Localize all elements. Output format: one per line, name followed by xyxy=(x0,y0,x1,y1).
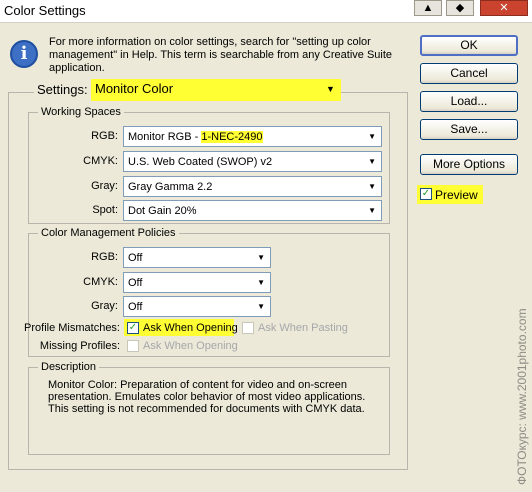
description-text: Monitor Color: Preparation of content fo… xyxy=(48,379,366,415)
title-bar: Color Settings ▲ ◆ ✕ xyxy=(0,0,532,23)
ws-gray-select[interactable]: Gray Gamma 2.2 ▼ xyxy=(123,176,382,197)
preview-label: Preview xyxy=(435,188,478,202)
info-text: For more information on color settings, … xyxy=(49,36,393,74)
settings-label: Settings: xyxy=(34,82,91,97)
chevron-down-icon: ▼ xyxy=(368,206,376,215)
policy-rgb-value: Off xyxy=(128,252,143,264)
missing-ask-opening-checkbox[interactable] xyxy=(127,340,139,352)
ok-button[interactable]: OK xyxy=(420,35,518,56)
policy-gray-label: Gray: xyxy=(91,300,118,312)
ws-rgb-select[interactable]: Monitor RGB - 1-NEC-2490 ▼ xyxy=(123,126,382,147)
mismatch-ask-opening-checkbox[interactable]: ✓ xyxy=(127,322,139,334)
ws-spot-label: Spot: xyxy=(92,204,118,216)
policy-cmyk-value: Off xyxy=(128,277,143,289)
missing-profiles-label: Missing Profiles: xyxy=(39,340,120,352)
policy-cmyk-label: CMYK: xyxy=(83,276,118,288)
working-spaces-title: Working Spaces xyxy=(38,106,124,118)
policy-gray-value: Off xyxy=(128,301,143,313)
mismatch-ask-opening-label: Ask When Opening xyxy=(143,322,238,334)
policy-cmyk-select[interactable]: Off ▼ xyxy=(123,272,271,293)
description-title: Description xyxy=(38,361,100,373)
settings-select[interactable]: Monitor Color xyxy=(91,79,341,101)
up-arrow-icon[interactable]: ▲ xyxy=(414,0,442,16)
ws-rgb-value-highlight: 1-NEC-2490 xyxy=(201,131,263,143)
ws-spot-value: Dot Gain 20% xyxy=(128,205,197,217)
ws-rgb-label: RGB: xyxy=(91,130,118,142)
pin-icon[interactable]: ◆ xyxy=(446,0,474,16)
window-title: Color Settings xyxy=(4,3,86,18)
preview-checkbox[interactable]: ✓ xyxy=(420,188,432,200)
missing-ask-opening-label: Ask When Opening xyxy=(143,340,238,352)
policies-title: Color Management Policies xyxy=(38,227,179,239)
load-button[interactable]: Load... xyxy=(420,91,518,112)
info-icon: i xyxy=(10,40,38,68)
mismatch-ask-pasting-checkbox[interactable] xyxy=(242,322,254,334)
watermark: ФОТОкурс: www.2001photo.com xyxy=(515,308,529,485)
ws-cmyk-value: U.S. Web Coated (SWOP) v2 xyxy=(128,156,273,168)
close-icon[interactable]: ✕ xyxy=(480,0,528,16)
settings-select-value: Monitor Color xyxy=(95,81,174,96)
ws-spot-select[interactable]: Dot Gain 20% ▼ xyxy=(123,200,382,221)
policy-gray-select[interactable]: Off ▼ xyxy=(123,296,271,317)
chevron-down-icon: ▼ xyxy=(257,302,265,311)
settings-chevron-down-icon[interactable]: ▼ xyxy=(326,84,335,94)
mismatch-ask-pasting-label: Ask When Pasting xyxy=(258,322,348,334)
policy-rgb-select[interactable]: Off ▼ xyxy=(123,247,271,268)
chevron-down-icon: ▼ xyxy=(257,278,265,287)
ws-cmyk-label: CMYK: xyxy=(83,155,118,167)
policy-rgb-label: RGB: xyxy=(91,251,118,263)
watermark-text: ФОТОкурс: www.2001photo.com xyxy=(515,308,529,485)
cancel-button[interactable]: Cancel xyxy=(420,63,518,84)
ws-gray-label: Gray: xyxy=(91,180,118,192)
ws-cmyk-select[interactable]: U.S. Web Coated (SWOP) v2 ▼ xyxy=(123,151,382,172)
chevron-down-icon: ▼ xyxy=(368,182,376,191)
profile-mismatches-label: Profile Mismatches: xyxy=(24,322,120,334)
chevron-down-icon: ▼ xyxy=(368,132,376,141)
more-options-button[interactable]: More Options xyxy=(420,154,518,175)
save-button[interactable]: Save... xyxy=(420,119,518,140)
ws-rgb-value-prefix: Monitor RGB - xyxy=(128,131,202,143)
chevron-down-icon: ▼ xyxy=(257,253,265,262)
ws-gray-value: Gray Gamma 2.2 xyxy=(128,181,213,193)
chevron-down-icon: ▼ xyxy=(368,157,376,166)
